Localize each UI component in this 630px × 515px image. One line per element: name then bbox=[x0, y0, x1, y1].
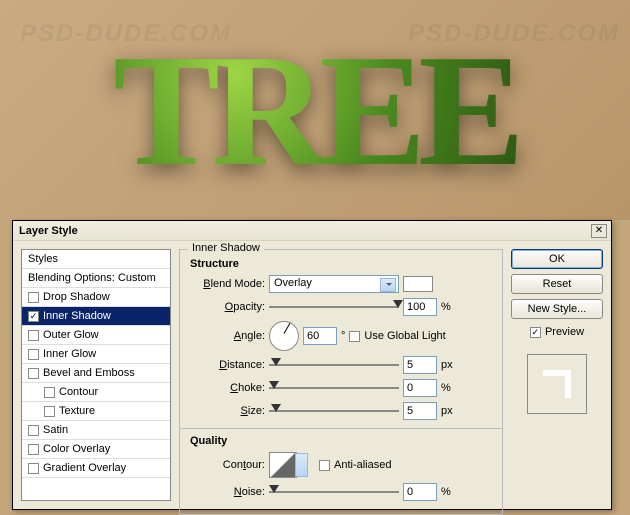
blend-mode-label: Blend Mode: bbox=[190, 278, 265, 290]
angle-dial[interactable] bbox=[269, 321, 299, 351]
effect-checkbox[interactable] bbox=[28, 292, 39, 303]
antialiased-checkbox[interactable] bbox=[319, 460, 330, 471]
choke-unit: % bbox=[441, 382, 451, 394]
structure-heading: Structure bbox=[190, 258, 492, 270]
sidebar-item-inner-shadow[interactable]: ✓ Inner Shadow bbox=[22, 307, 170, 326]
opacity-input[interactable] bbox=[403, 298, 437, 316]
preview-checkbox[interactable]: ✓ bbox=[530, 327, 541, 338]
effect-checkbox[interactable] bbox=[44, 387, 55, 398]
sidebar-item-drop-shadow[interactable]: Drop Shadow bbox=[22, 288, 170, 307]
angle-label: Angle: bbox=[190, 330, 265, 342]
sidebar-item-contour[interactable]: Contour bbox=[22, 383, 170, 402]
distance-unit: px bbox=[441, 359, 453, 371]
effect-settings: Inner Shadow Structure Blend Mode: Overl… bbox=[179, 249, 503, 501]
effect-checkbox[interactable] bbox=[44, 406, 55, 417]
distance-label: Distance: bbox=[190, 359, 265, 371]
effect-checkbox[interactable] bbox=[28, 368, 39, 379]
opacity-slider[interactable] bbox=[269, 300, 399, 314]
new-style-button[interactable]: New Style... bbox=[511, 299, 603, 319]
canvas-area: PSD-DUDE.COM PSD-DUDE.COM TREE bbox=[0, 0, 630, 220]
effect-checkbox[interactable]: ✓ bbox=[28, 311, 39, 322]
layer-style-dialog: Layer Style ✕ Styles Blending Options: C… bbox=[12, 220, 612, 510]
effect-label: Inner Shadow bbox=[43, 310, 111, 322]
effect-label: Inner Glow bbox=[43, 348, 96, 360]
global-light-checkbox[interactable] bbox=[349, 331, 360, 342]
opacity-label: Opacity: bbox=[190, 301, 265, 313]
effect-label: Color Overlay bbox=[43, 443, 110, 455]
choke-label: Choke: bbox=[190, 382, 265, 394]
effect-label: Outer Glow bbox=[43, 329, 99, 341]
effect-label: Gradient Overlay bbox=[43, 462, 126, 474]
effect-checkbox[interactable] bbox=[28, 425, 39, 436]
effect-label: Texture bbox=[59, 405, 95, 417]
sidebar-item-texture[interactable]: Texture bbox=[22, 402, 170, 421]
titlebar[interactable]: Layer Style ✕ bbox=[13, 221, 611, 241]
angle-unit: ° bbox=[341, 330, 345, 342]
effect-label: Drop Shadow bbox=[43, 291, 110, 303]
choke-input[interactable] bbox=[403, 379, 437, 397]
dialog-title: Layer Style bbox=[17, 225, 591, 237]
effect-checkbox[interactable] bbox=[28, 444, 39, 455]
noise-slider[interactable] bbox=[269, 485, 399, 499]
sidebar-item-outer-glow[interactable]: Outer Glow bbox=[22, 326, 170, 345]
contour-picker[interactable] bbox=[269, 452, 297, 478]
noise-input[interactable] bbox=[403, 483, 437, 501]
reset-button[interactable]: Reset bbox=[511, 274, 603, 294]
blend-mode-select[interactable]: Overlay bbox=[269, 275, 399, 293]
angle-input[interactable] bbox=[303, 327, 337, 345]
sidebar-item-gradient-overlay[interactable]: Gradient Overlay bbox=[22, 459, 170, 478]
sidebar-item-color-overlay[interactable]: Color Overlay bbox=[22, 440, 170, 459]
size-input[interactable] bbox=[403, 402, 437, 420]
effects-sidebar: Styles Blending Options: Custom Drop Sha… bbox=[21, 249, 171, 501]
global-light-label: Use Global Light bbox=[364, 330, 445, 342]
sidebar-styles[interactable]: Styles bbox=[22, 250, 170, 269]
size-unit: px bbox=[441, 405, 453, 417]
panel-title: Inner Shadow bbox=[188, 242, 264, 254]
sidebar-item-satin[interactable]: Satin bbox=[22, 421, 170, 440]
effect-label: Satin bbox=[43, 424, 68, 436]
quality-heading: Quality bbox=[190, 435, 492, 447]
contour-label: Contour: bbox=[190, 459, 265, 471]
sidebar-blending[interactable]: Blending Options: Custom bbox=[22, 269, 170, 288]
preview-swatch bbox=[527, 354, 587, 414]
close-button[interactable]: ✕ bbox=[591, 224, 607, 238]
shadow-color-swatch[interactable] bbox=[403, 276, 433, 292]
effect-checkbox[interactable] bbox=[28, 349, 39, 360]
opacity-unit: % bbox=[441, 301, 451, 313]
styled-text: TREE bbox=[113, 18, 517, 203]
choke-slider[interactable] bbox=[269, 381, 399, 395]
effect-label: Contour bbox=[59, 386, 98, 398]
dialog-buttons: OK Reset New Style... ✓ Preview bbox=[511, 249, 603, 501]
effect-checkbox[interactable] bbox=[28, 330, 39, 341]
noise-label: Noise: bbox=[190, 486, 265, 498]
size-slider[interactable] bbox=[269, 404, 399, 418]
distance-input[interactable] bbox=[403, 356, 437, 374]
effect-checkbox[interactable] bbox=[28, 463, 39, 474]
preview-label: Preview bbox=[545, 326, 584, 338]
distance-slider[interactable] bbox=[269, 358, 399, 372]
effect-label: Bevel and Emboss bbox=[43, 367, 135, 379]
noise-unit: % bbox=[441, 486, 451, 498]
sidebar-item-bevel-and-emboss[interactable]: Bevel and Emboss bbox=[22, 364, 170, 383]
antialiased-label: Anti-aliased bbox=[334, 459, 391, 471]
sidebar-item-inner-glow[interactable]: Inner Glow bbox=[22, 345, 170, 364]
ok-button[interactable]: OK bbox=[511, 249, 603, 269]
size-label: Size: bbox=[190, 405, 265, 417]
